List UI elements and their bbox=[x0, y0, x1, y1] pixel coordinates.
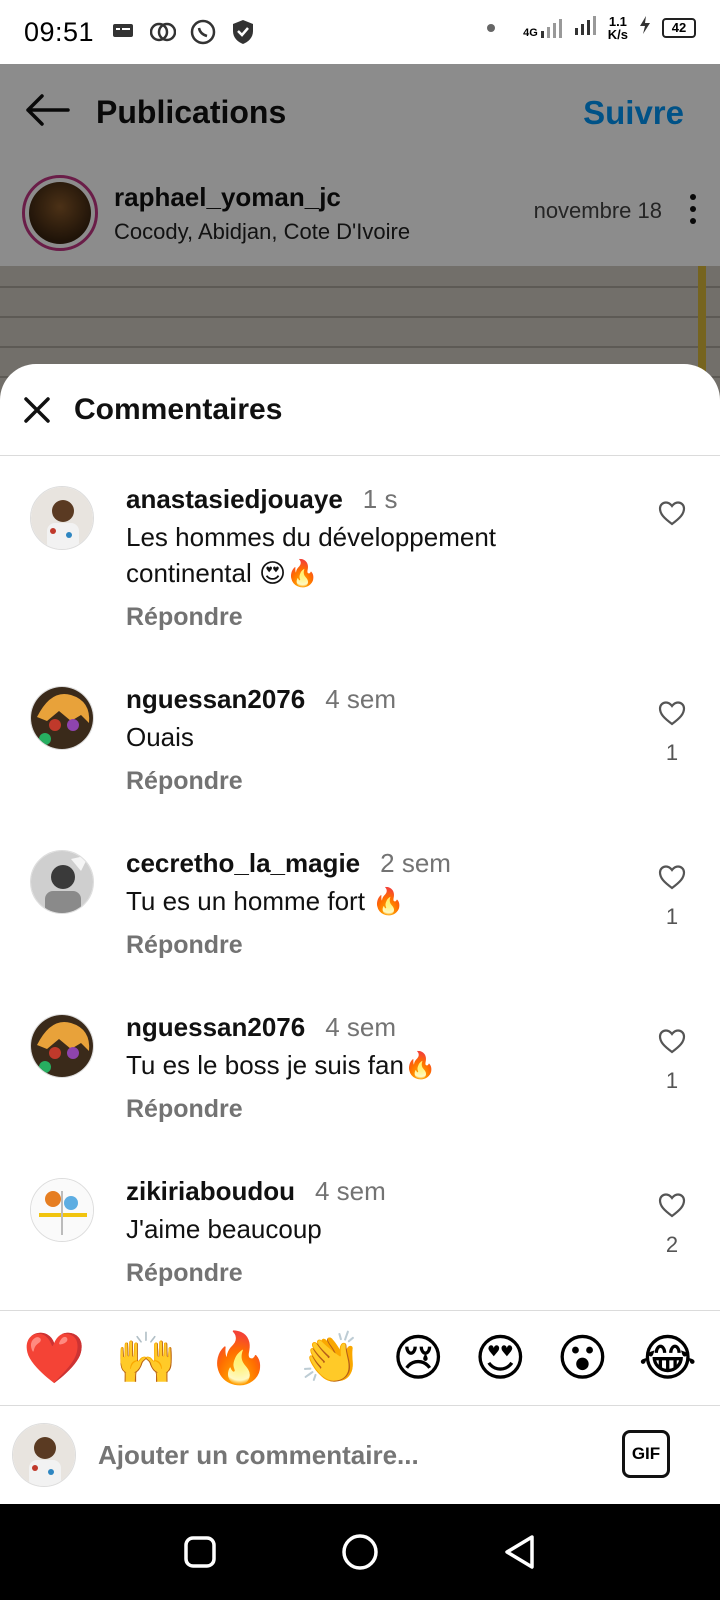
comment-username[interactable]: zikiriaboudou bbox=[126, 1176, 295, 1207]
gif-button[interactable]: GIF bbox=[622, 1430, 670, 1478]
emoji-laughing[interactable]: 😂 bbox=[639, 1328, 697, 1388]
like-count: 1 bbox=[665, 904, 679, 929]
like-button[interactable]: 2 bbox=[656, 1192, 688, 1258]
comment-text: Tu es un homme fort 🔥 bbox=[126, 886, 405, 916]
emoji-clapping[interactable]: 👏 bbox=[300, 1328, 362, 1388]
whatsapp-icon bbox=[190, 19, 216, 45]
charging-icon bbox=[638, 15, 652, 40]
like-button[interactable] bbox=[656, 500, 688, 540]
like-count: 1 bbox=[665, 1068, 679, 1093]
comment-time: 4 sem bbox=[325, 684, 397, 714]
sheet-title: Commentaires bbox=[74, 392, 283, 426]
signal-icon bbox=[574, 14, 598, 41]
heart-icon[interactable] bbox=[658, 700, 686, 726]
status-bar: 09:51 4G 1.1 K/s 42 bbox=[0, 0, 720, 64]
home-icon[interactable] bbox=[338, 1530, 382, 1574]
message-icon bbox=[110, 19, 136, 45]
comments-list: anastasiedjouaye 1 s Les hommes du dével… bbox=[0, 456, 720, 1312]
comment-username[interactable]: nguessan2076 bbox=[126, 1012, 305, 1043]
comment-item: nguessan2076 4 sem Ouais Répondre 1 bbox=[0, 656, 720, 820]
like-button[interactable]: 1 bbox=[656, 700, 688, 766]
network-speed: 1.1 K/s bbox=[608, 15, 628, 41]
app-icon bbox=[150, 19, 177, 45]
status-time: 09:51 bbox=[24, 16, 95, 47]
like-count: 2 bbox=[665, 1232, 679, 1257]
comment-text: Les hommes du développement continental … bbox=[126, 519, 646, 591]
reply-button[interactable]: Répondre bbox=[126, 1095, 646, 1124]
like-button[interactable]: 1 bbox=[656, 864, 688, 930]
emoji-raising-hands[interactable]: 🙌 bbox=[115, 1328, 177, 1388]
reply-button[interactable]: Répondre bbox=[126, 931, 646, 960]
back-icon[interactable] bbox=[498, 1530, 542, 1574]
comment-time: 1 s bbox=[362, 484, 398, 514]
system-nav-bar bbox=[0, 1504, 720, 1600]
sheet-header: Commentaires bbox=[0, 364, 720, 456]
comment-username[interactable]: anastasiedjouaye bbox=[126, 484, 343, 515]
emoji-fire[interactable]: 🔥 bbox=[208, 1328, 270, 1388]
reply-button[interactable]: Répondre bbox=[126, 603, 646, 632]
comment-item: zikiriaboudou 4 sem J'aime beaucoup Répo… bbox=[0, 1148, 720, 1312]
comment-item: nguessan2076 4 sem Tu es le boss je suis… bbox=[0, 984, 720, 1148]
reply-button[interactable]: Répondre bbox=[126, 767, 646, 796]
comment-text: Ouais bbox=[126, 722, 194, 752]
heart-icon[interactable] bbox=[658, 864, 686, 890]
dim-overlay[interactable] bbox=[0, 64, 720, 404]
comment-text-line: continental 😍🔥 bbox=[126, 558, 319, 588]
commenter-avatar[interactable] bbox=[30, 486, 94, 550]
shield-icon bbox=[230, 19, 256, 45]
comment-text-line: Les hommes du développement bbox=[126, 522, 497, 552]
notification-icons bbox=[110, 19, 256, 45]
like-count: 1 bbox=[665, 740, 679, 765]
system-indicators: 4G 1.1 K/s 42 bbox=[487, 14, 696, 41]
emoji-heart[interactable]: ❤️ bbox=[23, 1328, 85, 1388]
emoji-heart-eyes[interactable]: 😍 bbox=[474, 1328, 526, 1388]
battery-icon: 42 bbox=[662, 17, 696, 38]
comment-item: cecretho_la_magie 2 sem Tu es un homme f… bbox=[0, 820, 720, 984]
heart-icon[interactable] bbox=[658, 1192, 686, 1218]
signal-4g-icon: 4G bbox=[523, 17, 564, 39]
emoji-surprised[interactable]: 😮 bbox=[556, 1328, 608, 1388]
like-button[interactable]: 1 bbox=[656, 1028, 688, 1094]
speed-unit: K/s bbox=[607, 26, 628, 42]
commenter-avatar[interactable] bbox=[30, 1014, 94, 1078]
commenter-avatar[interactable] bbox=[30, 1178, 94, 1242]
reply-button[interactable]: Répondre bbox=[126, 1259, 646, 1288]
heart-icon[interactable] bbox=[658, 1028, 686, 1054]
emoji-bar: ❤️ 🙌 🔥 👏 😢 😍 😮 😂 bbox=[0, 1310, 720, 1406]
comment-text: J'aime beaucoup bbox=[126, 1214, 322, 1244]
heart-icon[interactable] bbox=[658, 500, 686, 526]
comment-username[interactable]: cecretho_la_magie bbox=[126, 848, 360, 879]
comment-time: 4 sem bbox=[325, 1012, 397, 1042]
close-icon[interactable] bbox=[22, 395, 52, 425]
recents-icon[interactable] bbox=[178, 1530, 222, 1574]
commenter-avatar[interactable] bbox=[30, 686, 94, 750]
comment-composer: GIF bbox=[0, 1406, 720, 1504]
emoji-crying[interactable]: 😢 bbox=[392, 1328, 444, 1388]
notification-dot bbox=[487, 23, 496, 32]
commenter-avatar[interactable] bbox=[30, 850, 94, 914]
comment-text: Tu es le boss je suis fan🔥 bbox=[126, 1050, 437, 1080]
comment-time: 4 sem bbox=[315, 1176, 386, 1206]
current-user-avatar bbox=[12, 1423, 76, 1487]
comment-username[interactable]: nguessan2076 bbox=[126, 684, 305, 715]
comment-time: 2 sem bbox=[380, 848, 451, 878]
network-type: 4G bbox=[523, 26, 538, 39]
comment-item: anastasiedjouaye 1 s Les hommes du dével… bbox=[0, 456, 720, 656]
comment-input[interactable] bbox=[98, 1435, 578, 1475]
